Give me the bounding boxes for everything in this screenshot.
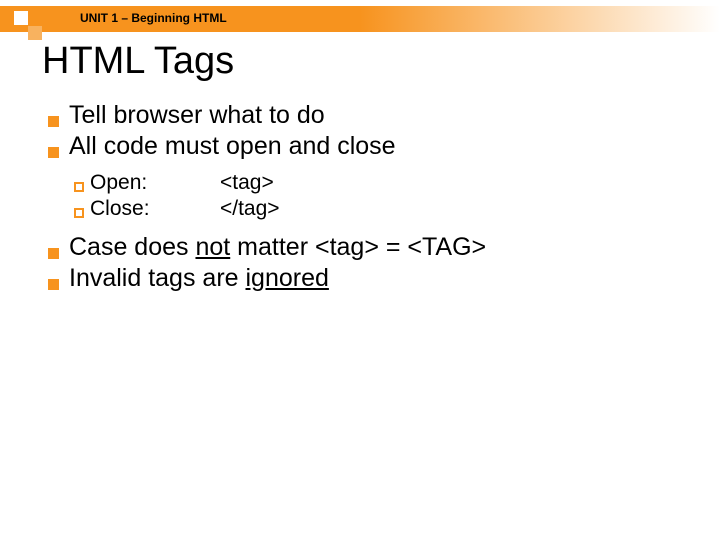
text-post: matter <tag> = <TAG> (230, 233, 486, 261)
sub-list: Open: <tag> Close: </tag> (74, 171, 720, 221)
bullet-text: Tell browser what to do (69, 101, 325, 130)
bullet-icon (48, 147, 59, 158)
unit-label: UNIT 1 – Beginning HTML (80, 11, 227, 25)
bullet-text: Case does not matter <tag> = <TAG> (69, 233, 486, 262)
list-item: Tell browser what to do (48, 101, 720, 130)
bullet-icon (48, 279, 59, 290)
text-pre: Case does (69, 233, 195, 261)
sub-label: Open: (90, 171, 220, 195)
bullet-icon (48, 248, 59, 259)
text-pre: Invalid tags are (69, 264, 246, 292)
content: Tell browser what to do All code must op… (48, 101, 720, 293)
sub-item: Open: <tag> (74, 171, 720, 195)
sub-bullet-icon (74, 182, 84, 192)
text-underline-not: not (195, 233, 230, 261)
sub-value: </tag> (220, 197, 280, 221)
sub-bullet-icon (74, 208, 84, 218)
page-title: HTML Tags (42, 40, 720, 83)
header-bar: UNIT 1 – Beginning HTML (0, 6, 720, 32)
text-underline-ignored: ignored (246, 264, 329, 292)
sub-item: Close: </tag> (74, 197, 720, 221)
decor-square-white (14, 11, 28, 25)
bullet-text: Invalid tags are ignored (69, 264, 329, 293)
bullet-icon (48, 116, 59, 127)
sub-value: <tag> (220, 171, 274, 195)
bullet-text: All code must open and close (69, 132, 396, 161)
list-item: Invalid tags are ignored (48, 264, 720, 293)
list-item: Case does not matter <tag> = <TAG> (48, 233, 720, 262)
sub-label: Close: (90, 197, 220, 221)
decor-square-orange (28, 26, 42, 40)
list-item: All code must open and close (48, 132, 720, 161)
